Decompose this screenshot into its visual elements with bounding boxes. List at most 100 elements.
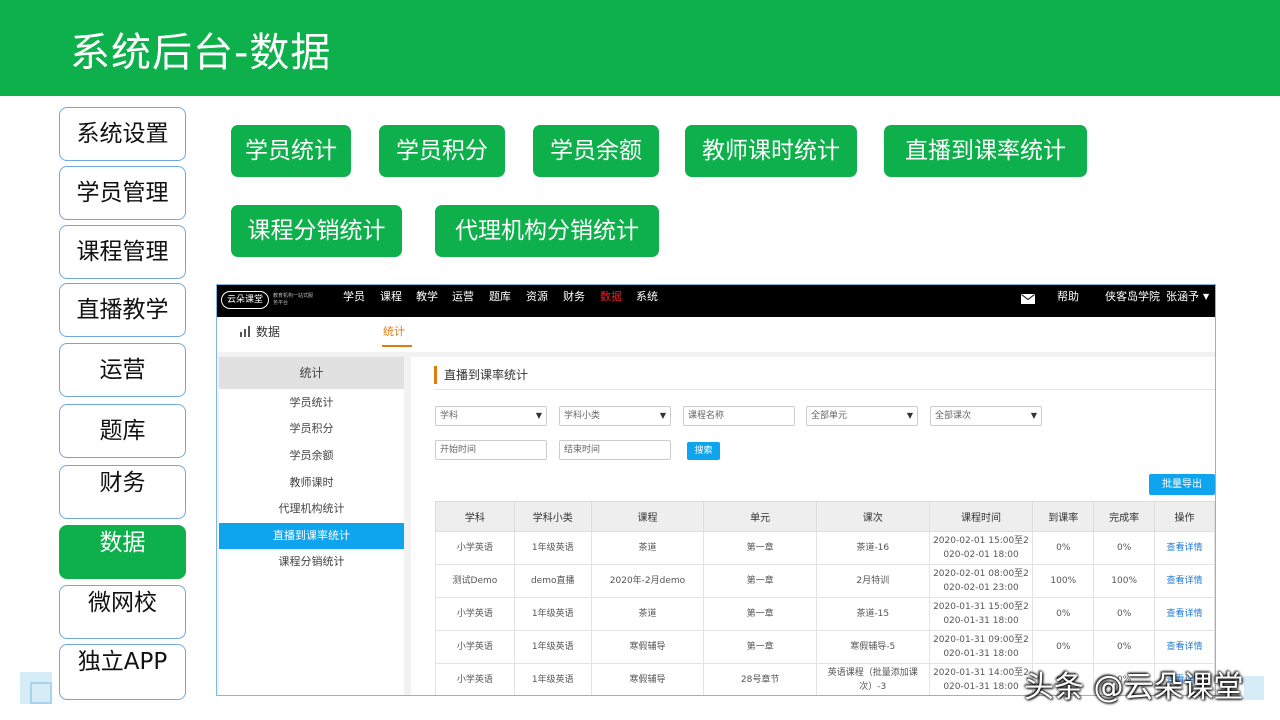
nav-item-system-settings[interactable]: 系统设置 bbox=[59, 107, 186, 161]
chevron-down-icon: ▼ bbox=[1030, 411, 1037, 420]
student-points-button[interactable]: 学员积分 bbox=[379, 125, 505, 177]
cell-subject-sub: demo直播 bbox=[513, 564, 592, 598]
subject-select[interactable]: 学科 ▼ bbox=[435, 406, 547, 426]
top-nav-data[interactable]: 数据 bbox=[600, 285, 622, 317]
app-topbar: 云朵课堂 教育机构一站式服务平台 学员 课程 教学 运营 题库 资源 财务 数据… bbox=[217, 285, 1215, 317]
top-nav-students[interactable]: 学员 bbox=[343, 285, 365, 317]
top-nav-question-bank[interactable]: 题库 bbox=[489, 285, 511, 317]
col-header-unit[interactable]: 单元 bbox=[703, 501, 817, 532]
col-header-time[interactable]: 课程时间 bbox=[928, 501, 1034, 532]
cell-completion-rate: 0% bbox=[1093, 597, 1156, 631]
panel-divider bbox=[434, 389, 1215, 390]
sidebar-item-student-points[interactable]: 学员积分 bbox=[219, 416, 404, 442]
help-link[interactable]: 帮助 bbox=[1057, 285, 1079, 309]
sidebar-item-live-attendance[interactable]: 直播到课率统计 bbox=[219, 523, 404, 549]
cell-completion-rate: 0% bbox=[1093, 531, 1156, 565]
cell-completion-rate: 0% bbox=[1093, 630, 1156, 664]
sidebar-item-student-stats[interactable]: 学员统计 bbox=[219, 390, 404, 416]
cell-subject: 小学英语 bbox=[435, 531, 515, 565]
decorative-square bbox=[1244, 676, 1264, 700]
cell-subject: 测试Demo bbox=[435, 564, 515, 598]
unit-select-value: 全部单元 bbox=[811, 411, 848, 421]
top-nav-courses[interactable]: 课程 bbox=[380, 285, 402, 317]
student-balance-button[interactable]: 学员余额 bbox=[533, 125, 659, 177]
cell-time: 2020-02-01 08:00至2 020-02-01 23:00 bbox=[928, 564, 1034, 598]
cell-unit: 第一章 bbox=[703, 630, 817, 664]
subject-sub-select[interactable]: 学科小类 ▼ bbox=[559, 406, 671, 426]
cell-lesson: 茶道-15 bbox=[815, 597, 930, 631]
lesson-select-value: 全部课次 bbox=[935, 411, 972, 421]
col-header-subject-sub[interactable]: 学科小类 bbox=[513, 501, 592, 532]
course-distribution-button[interactable]: 课程分销统计 bbox=[231, 205, 402, 257]
chevron-down-icon: ▼ bbox=[535, 411, 542, 420]
view-details-link[interactable]: 查看详情 bbox=[1154, 630, 1215, 664]
cell-course: 茶道 bbox=[590, 531, 705, 565]
subject-select-value: 学科 bbox=[440, 411, 459, 421]
teacher-hours-button[interactable]: 教师课时统计 bbox=[685, 125, 857, 177]
cell-attendance-rate: 0% bbox=[1032, 531, 1095, 565]
tab-stats[interactable]: 统计 bbox=[383, 323, 405, 339]
table-row: 测试Demo demo直播 2020年-2月demo 第一章 2月特训 2020… bbox=[435, 564, 1215, 598]
course-name-input[interactable]: 课程名称 bbox=[683, 406, 795, 426]
top-nav-resources[interactable]: 资源 bbox=[526, 285, 548, 317]
batch-export-button[interactable]: 批量导出 bbox=[1149, 474, 1215, 495]
cell-subject-sub: 1年级英语 bbox=[513, 663, 592, 695]
tab-underline bbox=[382, 345, 412, 347]
cell-time: 2020-01-31 15:00至2 020-01-31 18:00 bbox=[928, 597, 1034, 631]
cell-subject-sub: 1年级英语 bbox=[513, 597, 592, 631]
cell-subject-sub: 1年级英语 bbox=[513, 531, 592, 565]
app-logo-subtitle: 教育机构一站式服务平台 bbox=[273, 293, 314, 306]
cell-unit: 28号章节 bbox=[703, 663, 817, 695]
nav-item-course-management[interactable]: 课程管理 bbox=[59, 225, 186, 279]
nav-item-live-teaching[interactable]: 直播教学 bbox=[59, 283, 186, 337]
mail-icon[interactable] bbox=[1021, 294, 1035, 304]
col-header-subject[interactable]: 学科 bbox=[435, 501, 515, 532]
app-logo[interactable]: 云朵课堂 bbox=[221, 291, 269, 309]
user-name[interactable]: 张涵予 bbox=[1166, 285, 1199, 309]
cell-unit: 第一章 bbox=[703, 564, 817, 598]
nav-item-micro-school[interactable]: 微网校 bbox=[59, 585, 186, 639]
nav-item-finance[interactable]: 财务 bbox=[59, 465, 186, 519]
school-name: 侠客岛学院 bbox=[1105, 290, 1160, 303]
col-header-completion-rate[interactable]: 完成率 bbox=[1093, 501, 1156, 532]
sidebar-header: 统计 bbox=[219, 357, 404, 389]
view-details-link[interactable]: 查看详情 bbox=[1154, 597, 1215, 631]
top-nav-system[interactable]: 系统 bbox=[636, 285, 658, 317]
lesson-select[interactable]: 全部课次 ▼ bbox=[930, 406, 1042, 426]
col-header-actions: 操作 bbox=[1154, 501, 1215, 532]
nav-item-operations[interactable]: 运营 bbox=[59, 343, 186, 397]
nav-item-student-management[interactable]: 学员管理 bbox=[59, 166, 186, 220]
nav-item-data[interactable]: 数据 bbox=[59, 525, 186, 579]
sidebar-item-course-distribution[interactable]: 课程分销统计 bbox=[219, 549, 404, 575]
cell-course: 寒假辅导 bbox=[590, 663, 705, 695]
student-stats-button[interactable]: 学员统计 bbox=[231, 125, 351, 177]
page-header: 系统后台-数据 bbox=[0, 0, 1280, 96]
panel-title: 直播到课率统计 bbox=[434, 366, 528, 384]
col-header-attendance-rate[interactable]: 到课率 bbox=[1032, 501, 1095, 532]
user-menu-chevron-icon[interactable]: ▼ bbox=[1203, 285, 1209, 309]
sidebar-item-student-balance[interactable]: 学员余额 bbox=[219, 443, 404, 469]
sidebar-item-agency-stats[interactable]: 代理机构统计 bbox=[219, 496, 404, 522]
sidebar-item-teacher-hours[interactable]: 教师课时 bbox=[219, 470, 404, 496]
nav-item-question-bank[interactable]: 题库 bbox=[59, 404, 186, 458]
end-time-input[interactable]: 结束时间 bbox=[559, 440, 671, 460]
cell-lesson: 2月特训 bbox=[815, 564, 930, 598]
unit-select[interactable]: 全部单元 ▼ bbox=[806, 406, 918, 426]
col-header-lesson[interactable]: 课次 bbox=[815, 501, 930, 532]
top-nav-finance[interactable]: 财务 bbox=[563, 285, 585, 317]
col-header-course[interactable]: 课程 bbox=[590, 501, 705, 532]
top-nav-operations[interactable]: 运营 bbox=[452, 285, 474, 317]
agency-distribution-button[interactable]: 代理机构分销统计 bbox=[435, 205, 659, 257]
search-button[interactable]: 搜索 bbox=[687, 442, 720, 460]
view-details-link[interactable]: 查看详情 bbox=[1154, 531, 1215, 565]
cell-attendance-rate: 0% bbox=[1032, 597, 1095, 631]
table-header-row: 学科 学科小类 课程 单元 课次 课程时间 到课率 完成率 操作 bbox=[435, 501, 1215, 532]
cell-subject: 小学英语 bbox=[435, 630, 515, 664]
view-details-link[interactable]: 查看详情 bbox=[1154, 564, 1215, 598]
watermark-text: 头条 @云朵课堂 bbox=[1024, 670, 1244, 705]
live-attendance-button[interactable]: 直播到课率统计 bbox=[884, 125, 1087, 177]
start-time-input[interactable]: 开始时间 bbox=[435, 440, 547, 460]
chevron-down-icon: ▼ bbox=[906, 411, 913, 420]
nav-item-standalone-app[interactable]: 独立APP bbox=[59, 644, 186, 700]
top-nav-teaching[interactable]: 教学 bbox=[416, 285, 438, 317]
